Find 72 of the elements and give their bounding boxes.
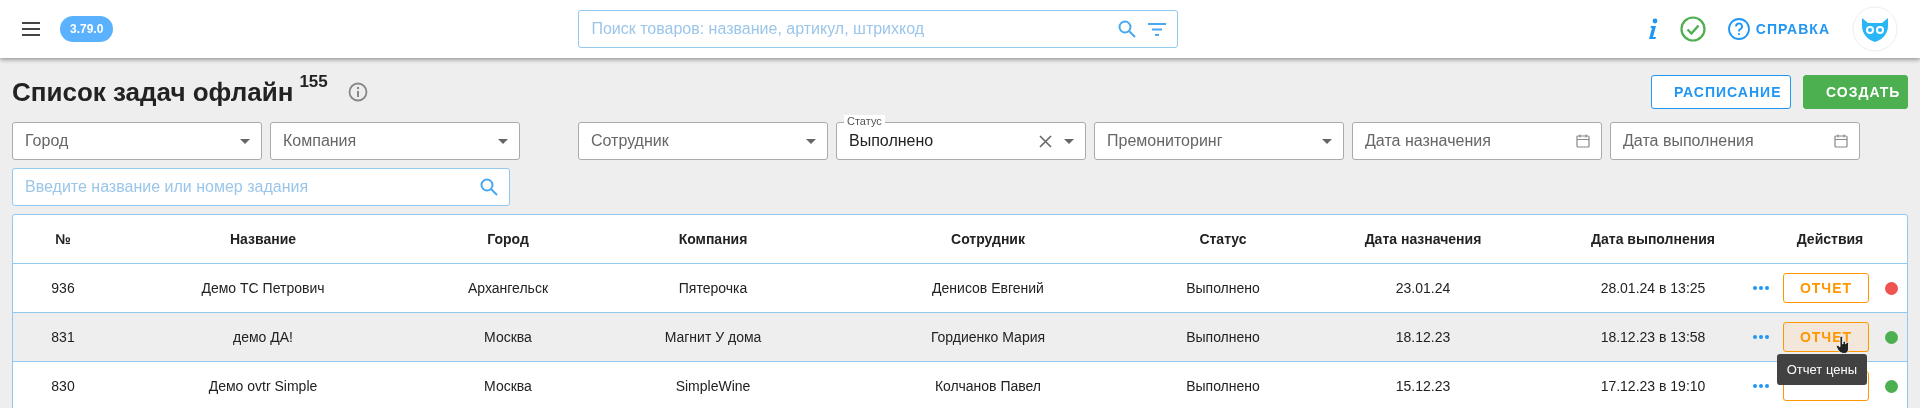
more-icon[interactable] [1753, 286, 1769, 290]
schedule-button[interactable]: РАСПИСАНИЕ [1651, 75, 1791, 109]
column-header: № [54, 231, 72, 247]
select-field[interactable]: Город [12, 122, 262, 160]
table-cell-text: Демо ovtr Simple [207, 378, 319, 394]
search-icon[interactable] [1118, 20, 1137, 38]
table-cell-text: 831 [50, 329, 76, 345]
column-header: Действия [1795, 231, 1865, 247]
table-cell-text: Денисов Евгений [931, 280, 1045, 296]
table-cell-text: 23.01.24 [1394, 280, 1452, 296]
date-field[interactable]: Дата назначения [1352, 122, 1602, 160]
select-field[interactable]: Сотрудник [578, 122, 828, 160]
product-search-field[interactable]: Поиск товаров: название, артикул, штрихкод [578, 10, 1179, 48]
column-header: Компания [677, 231, 749, 247]
create-button[interactable]: СОЗДАТЬ [1803, 75, 1908, 109]
column-header: Дата выполнения [1590, 231, 1716, 247]
table-cell-text: Москва [483, 329, 533, 345]
date-field[interactable]: Дата выполнения [1610, 122, 1860, 160]
task-search-field[interactable]: Введите название или номер задания [12, 168, 510, 206]
dropdown-caret-icon[interactable] [806, 138, 816, 144]
check-circle-icon[interactable] [1679, 16, 1706, 42]
more-icon[interactable] [1753, 335, 1769, 339]
menu-icon[interactable] [22, 22, 40, 36]
search-icon[interactable] [480, 178, 498, 196]
info-icon[interactable] [347, 82, 368, 102]
table-cell-text: 15.12.23 [1394, 378, 1452, 394]
clear-icon[interactable] [1039, 134, 1052, 148]
table-cell-text: 18.12.23 в 13:58 [1599, 329, 1707, 345]
table-cell-text: 18.12.23 [1394, 329, 1452, 345]
table-cell-text: Выполнено [1185, 329, 1261, 345]
column-header: Город [486, 231, 530, 247]
table-cell-text: Магнит У дома [663, 329, 763, 345]
table-cell-text: Выполнено [1185, 280, 1261, 296]
column-header: Статус [1198, 231, 1248, 247]
field-label: Статус [844, 115, 885, 127]
task-count: 155 [299, 72, 328, 92]
table-cell-text: 830 [50, 378, 76, 394]
tooltip: Отчет цены [1776, 354, 1867, 385]
column-header: Сотрудник [950, 231, 1026, 247]
dropdown-caret-icon[interactable] [240, 138, 250, 144]
table-cell-text: Архангельск [466, 280, 549, 296]
help-link[interactable]: СПРАВКА [1727, 18, 1830, 40]
select-field[interactable]: Компания [270, 122, 520, 160]
report-button[interactable]: ОТЧЕТ [1783, 322, 1869, 352]
calendar-icon[interactable] [1576, 134, 1590, 148]
table-cell-text: Колчанов Павел [933, 378, 1042, 394]
page-title: Список задач офлайн [12, 76, 294, 108]
info-icon[interactable] [1647, 18, 1658, 40]
table-cell-text: 17.12.23 в 19:10 [1599, 378, 1707, 394]
table-cell-text: 28.01.24 в 13:25 [1599, 280, 1707, 296]
help-icon [1727, 18, 1750, 40]
version-badge: 3.79.0 [60, 16, 114, 42]
table-cell-text: SimpleWine [674, 378, 752, 394]
calendar-icon[interactable] [1834, 134, 1848, 148]
table-cell-text: Выполнено [1185, 378, 1261, 394]
column-header: Дата назначения [1363, 231, 1483, 247]
table-cell-text: демо ДА! [232, 329, 294, 345]
dropdown-caret-icon[interactable] [1322, 138, 1332, 144]
report-button[interactable]: ОТЧЕТ [1783, 273, 1869, 303]
owl-logo-icon[interactable] [1852, 6, 1898, 52]
filter-icon[interactable] [1148, 22, 1167, 36]
select-field[interactable]: Премониторинг [1094, 122, 1344, 160]
table-cell-text: Москва [483, 378, 533, 394]
dropdown-caret-icon[interactable] [1064, 138, 1074, 144]
table-cell-text: Демо ТС Петрович [200, 280, 326, 296]
column-header: Название [228, 231, 298, 247]
table-cell-text: Пятерочка [677, 280, 749, 296]
dropdown-caret-icon[interactable] [498, 138, 508, 144]
table-row[interactable]: 831 демо ДА! Москва Магнит У дома Гордиенко Мария Выполнено 18.12.23 18.12.23 в 13:58 ОТЧЕТ [13, 312, 1907, 361]
more-icon[interactable] [1753, 384, 1769, 388]
table-cell-text: Гордиенко Мария [929, 329, 1047, 345]
table-cell-text: 936 [50, 280, 76, 296]
